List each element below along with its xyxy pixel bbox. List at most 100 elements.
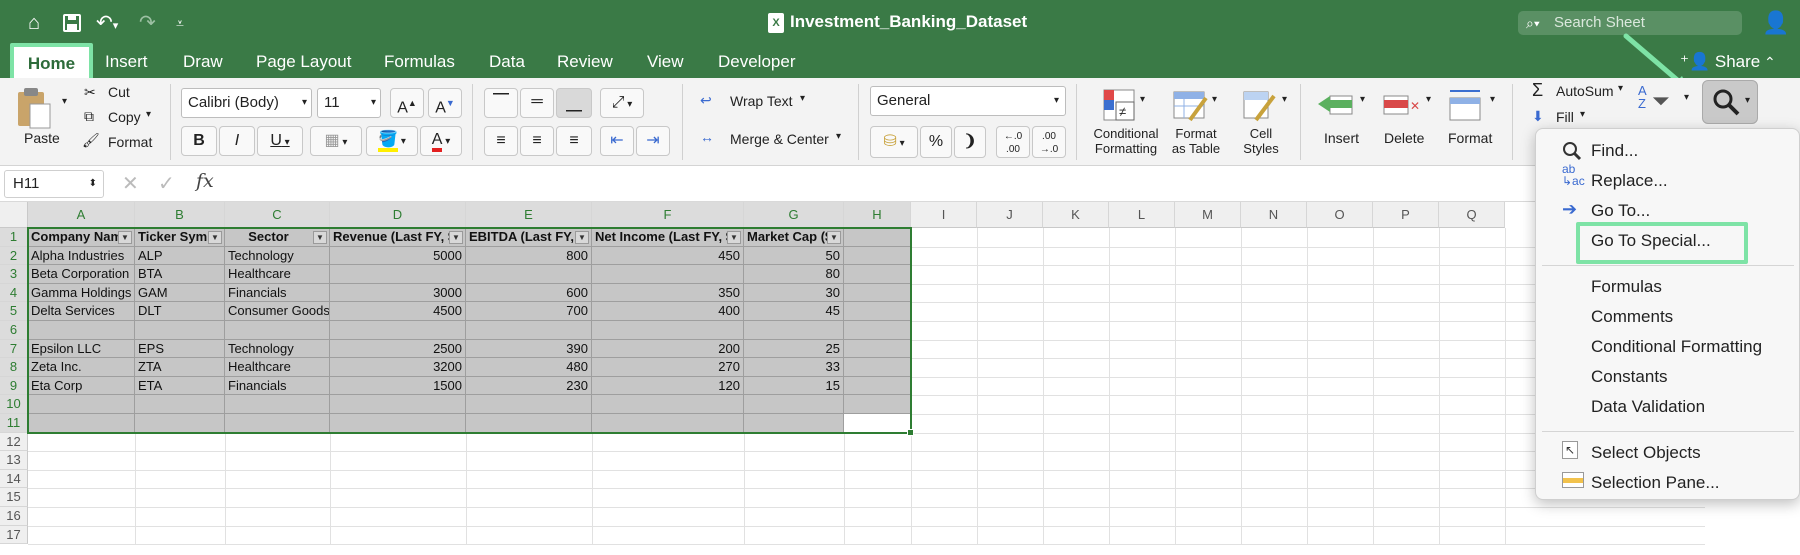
wrap-text-dropdown-icon[interactable]: ▾: [800, 93, 805, 104]
row-header[interactable]: 6: [0, 321, 28, 340]
column-header[interactable]: F: [592, 202, 744, 228]
align-middle-button[interactable]: ═: [520, 88, 554, 118]
row-header[interactable]: 8: [0, 358, 28, 377]
decrease-decimal-button[interactable]: .00 →.0: [1032, 126, 1066, 158]
cancel-icon[interactable]: ✕: [122, 171, 139, 196]
find-select-button[interactable]: ▾: [1702, 80, 1758, 124]
spreadsheet-grid[interactable]: ABCDEFGHIJKLMNOPQ 1 2 3 4 5 6 7 8 9 10 11 12 13 14 15 1…: [0, 202, 1800, 555]
column-header[interactable]: P: [1373, 202, 1439, 228]
sort-filter-icon[interactable]: AZ: [1638, 84, 1647, 110]
column-header[interactable]: I: [911, 202, 977, 228]
insert-cells-button[interactable]: Insert: [1324, 130, 1359, 146]
conditional-formatting-button[interactable]: Conditional Formatting: [1090, 126, 1162, 156]
delete-cells-button[interactable]: Delete: [1384, 130, 1424, 146]
autosum-button[interactable]: AutoSum: [1556, 83, 1614, 99]
align-left-button[interactable]: ≡: [484, 126, 518, 156]
menu-item-selection-pane[interactable]: Selection Pane...: [1591, 473, 1720, 493]
name-box[interactable]: H11 ⬍: [4, 170, 104, 198]
column-header[interactable]: C: [225, 202, 330, 228]
merge-center-dropdown-icon[interactable]: ▾: [836, 131, 841, 142]
filter-funnel-icon[interactable]: ⏷: [1652, 88, 1670, 114]
row-header[interactable]: 14: [0, 469, 28, 489]
menu-item-select-objects[interactable]: Select Objects: [1591, 443, 1701, 463]
column-header[interactable]: E: [466, 202, 592, 228]
row-header[interactable]: 3: [0, 265, 28, 284]
cell-styles-icon[interactable]: [1242, 88, 1278, 124]
conditional-formatting-icon[interactable]: ≠: [1102, 88, 1136, 124]
insert-cells-icon[interactable]: [1316, 88, 1356, 122]
row-header[interactable]: 11: [0, 414, 28, 433]
underline-button[interactable]: U ▾: [257, 126, 303, 156]
menu-item-find[interactable]: Find...: [1591, 141, 1638, 161]
borders-button[interactable]: ▦ ▾: [310, 126, 362, 156]
paste-icon[interactable]: [14, 86, 51, 130]
column-header[interactable]: O: [1307, 202, 1373, 228]
column-header[interactable]: N: [1241, 202, 1307, 228]
cell-styles-button[interactable]: Cell Styles: [1236, 126, 1286, 156]
ribbon-collapse-icon[interactable]: ⌃: [1764, 54, 1776, 71]
menu-item-comments[interactable]: Comments: [1591, 307, 1673, 327]
decrease-font-size-button[interactable]: A▼: [428, 88, 462, 118]
redo-icon[interactable]: ↷: [139, 10, 156, 36]
tab-view[interactable]: View: [647, 52, 684, 72]
row-header[interactable]: 17: [0, 525, 28, 545]
row-header[interactable]: 9: [0, 376, 28, 396]
copy-dropdown-icon[interactable]: ▾: [146, 109, 151, 120]
format-cells-button[interactable]: Format: [1448, 130, 1492, 146]
insert-function-button[interactable]: fx: [196, 170, 214, 192]
home-icon[interactable]: ⌂: [28, 10, 40, 36]
menu-item-data-validation[interactable]: Data Validation: [1591, 397, 1705, 417]
italic-button[interactable]: I: [219, 126, 255, 156]
row-header[interactable]: 2: [0, 246, 28, 266]
comma-style-button[interactable]: ❩: [954, 126, 986, 158]
fill-color-button[interactable]: 🪣 ▾: [366, 126, 418, 156]
row-header[interactable]: 4: [0, 283, 28, 303]
font-name-select[interactable]: Calibri (Body) ▾: [181, 88, 312, 118]
align-right-button[interactable]: ≡: [556, 126, 592, 156]
wrap-text-button[interactable]: Wrap Text: [730, 93, 793, 109]
menu-item-formulas[interactable]: Formulas: [1591, 277, 1662, 297]
format-cells-icon[interactable]: [1446, 86, 1486, 122]
format-as-table-icon[interactable]: [1172, 88, 1208, 124]
percent-style-button[interactable]: %: [920, 126, 952, 158]
account-icon[interactable]: 👤: [1762, 10, 1789, 36]
column-header[interactable]: L: [1109, 202, 1175, 228]
fill-handle[interactable]: [907, 428, 914, 436]
row-header[interactable]: 16: [0, 507, 28, 526]
row-header[interactable]: 1: [0, 228, 28, 247]
increase-indent-button[interactable]: ⇥: [636, 126, 670, 156]
select-all-corner[interactable]: [0, 202, 28, 228]
cut-button[interactable]: Cut: [108, 84, 130, 100]
align-top-button[interactable]: ⎺: [484, 88, 518, 118]
font-color-button[interactable]: A ▾: [420, 126, 462, 156]
column-header[interactable]: B: [135, 202, 225, 228]
tab-draw[interactable]: Draw: [183, 52, 223, 72]
increase-decimal-button[interactable]: ←.0 .00: [996, 126, 1030, 158]
row-header[interactable]: 15: [0, 488, 28, 507]
orientation-button[interactable]: ⤢ ▾: [600, 88, 644, 118]
increase-font-size-button[interactable]: A▲: [390, 88, 424, 118]
column-header[interactable]: Q: [1439, 202, 1505, 228]
tab-page-layout[interactable]: Page Layout: [256, 52, 351, 72]
tab-developer[interactable]: Developer: [718, 52, 796, 72]
row-header[interactable]: 13: [0, 451, 28, 470]
column-header[interactable]: D: [330, 202, 466, 228]
customize-toolbar-icon[interactable]: ⩡: [176, 10, 184, 36]
paste-dropdown-icon[interactable]: ▾: [62, 96, 67, 107]
column-header[interactable]: H: [844, 202, 911, 228]
column-header[interactable]: G: [744, 202, 844, 228]
format-as-table-button[interactable]: Format as Table: [1166, 126, 1226, 156]
tab-insert[interactable]: Insert: [105, 52, 148, 72]
copy-button[interactable]: Copy: [108, 109, 141, 125]
menu-item-replace[interactable]: Replace...: [1591, 171, 1668, 191]
row-header[interactable]: 10: [0, 395, 28, 414]
paste-button[interactable]: Paste: [24, 130, 60, 146]
accounting-format-button[interactable]: ⛁ ▾: [870, 126, 918, 158]
undo-icon[interactable]: ↶▾: [96, 10, 118, 39]
font-size-select[interactable]: 11 ▾: [317, 88, 381, 118]
row-header[interactable]: 12: [0, 432, 28, 452]
tab-formulas[interactable]: Formulas: [384, 52, 455, 72]
align-bottom-button[interactable]: ⎽: [556, 88, 592, 118]
number-format-select[interactable]: General ▾: [870, 86, 1066, 116]
merge-center-button[interactable]: Merge & Center: [730, 131, 829, 147]
